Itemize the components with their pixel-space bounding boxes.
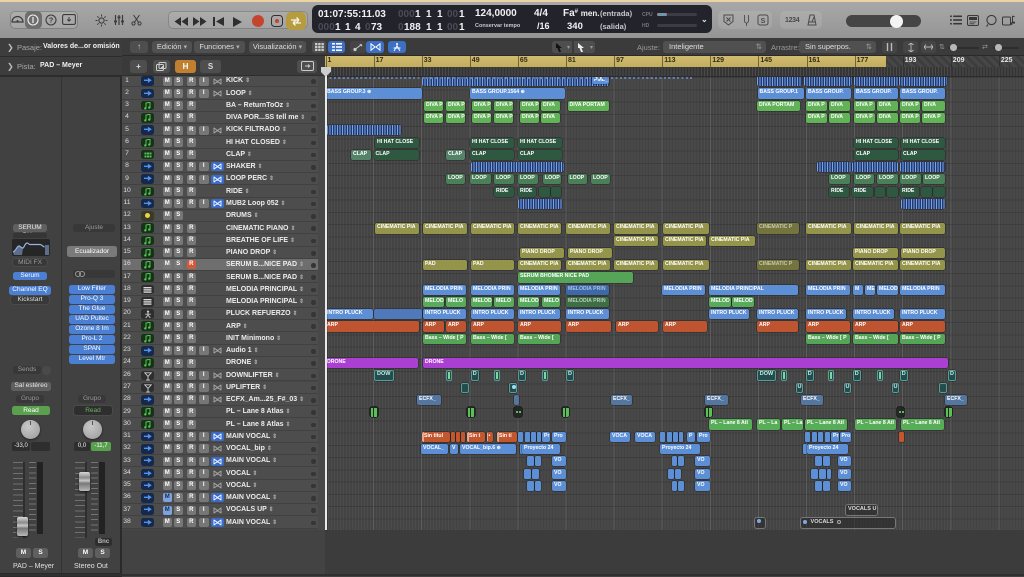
svg-text:?: ? (49, 16, 54, 25)
svg-text:S: S (761, 18, 766, 25)
